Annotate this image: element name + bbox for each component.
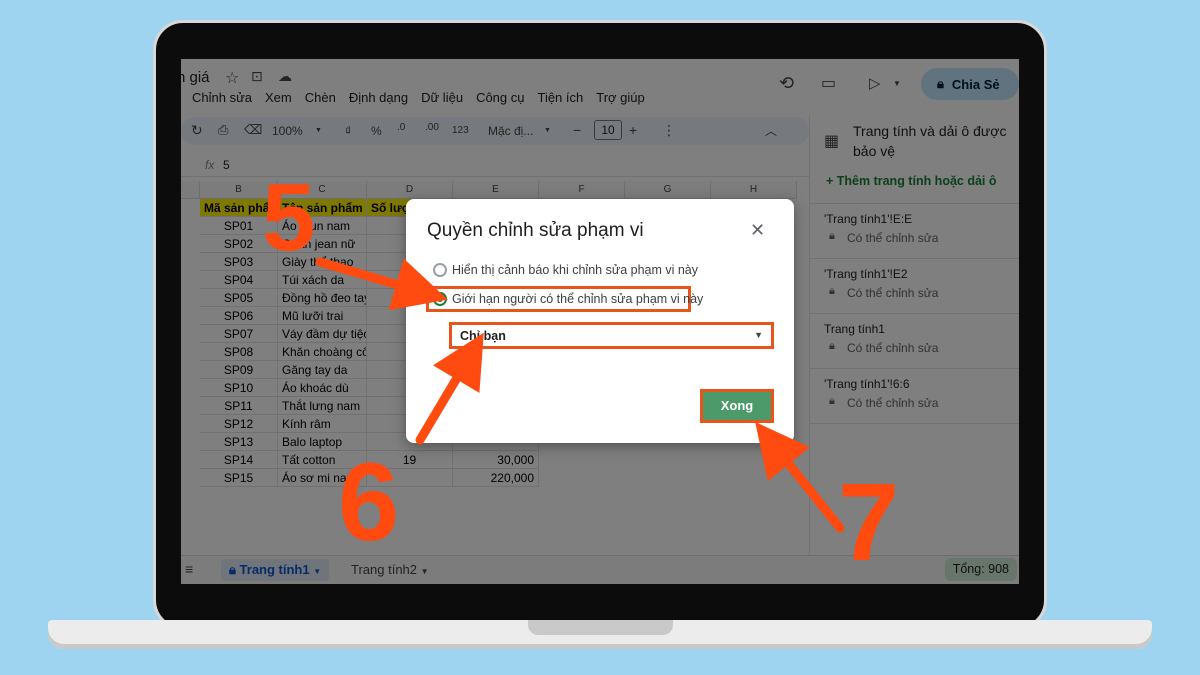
arrow-step5 [315, 257, 448, 311]
annotation-arrows [315, 257, 845, 533]
step-5-label: 5 [262, 164, 316, 271]
step-7-label: 7 [838, 461, 900, 584]
arrow-step7 [755, 421, 845, 533]
arrow-step6 [415, 332, 484, 445]
step-6-label: 6 [338, 441, 400, 564]
